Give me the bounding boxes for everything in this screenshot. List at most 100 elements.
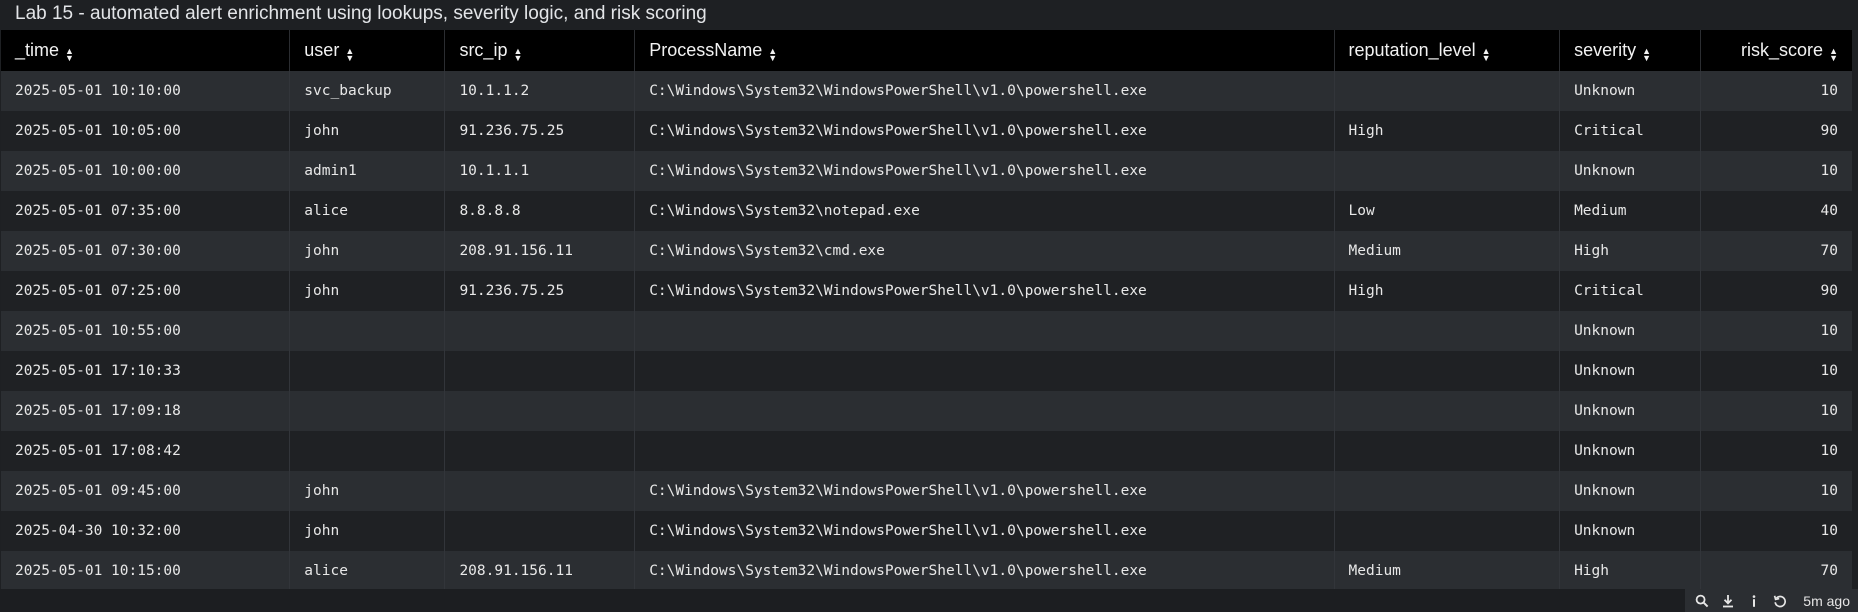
cell-reputation-level[interactable]	[1333, 151, 1560, 191]
cell-src-ip[interactable]	[444, 511, 635, 551]
table-row[interactable]: 2025-05-01 10:05:00 john 91.236.75.25 C:\Wi…	[1, 111, 1852, 151]
column-header-processname[interactable]: ProcessName ▲ ▼	[634, 30, 1335, 71]
cell-processname[interactable]: C:\Windows\System32\WindowsPowerShell\v1…	[634, 111, 1335, 151]
cell-severity[interactable]: Unknown	[1559, 71, 1701, 111]
column-header-time[interactable]: _time ▲ ▼	[1, 30, 290, 71]
table-row[interactable]: 2025-05-01 09:45:00 john C:\Windows\System…	[1, 471, 1852, 511]
table-row[interactable]: 2025-05-01 17:08:42 Unknown 10	[1, 431, 1852, 471]
cell-processname[interactable]: C:\Windows\System32\WindowsPowerShell\v1…	[634, 151, 1335, 191]
cell-severity[interactable]: Unknown	[1559, 151, 1701, 191]
cell-user[interactable]	[289, 311, 445, 351]
cell-reputation-level[interactable]: Low	[1333, 191, 1560, 231]
cell-time[interactable]: 2025-05-01 17:10:33	[1, 351, 290, 391]
cell-processname[interactable]	[634, 311, 1335, 351]
cell-time[interactable]: 2025-04-30 10:32:00	[1, 511, 290, 551]
cell-src-ip[interactable]: 208.91.156.11	[444, 551, 635, 591]
cell-reputation-level[interactable]	[1333, 71, 1560, 111]
column-header-risk-score[interactable]: risk_score ▲ ▼	[1699, 30, 1852, 71]
cell-time[interactable]: 2025-05-01 10:05:00	[1, 111, 290, 151]
cell-src-ip[interactable]: 10.1.1.1	[444, 151, 635, 191]
cell-user[interactable]	[289, 391, 445, 431]
sort-icon[interactable]: ▲ ▼	[768, 46, 777, 62]
cell-processname[interactable]: C:\Windows\System32\WindowsPowerShell\v1…	[634, 71, 1335, 111]
refresh-button[interactable]	[1767, 589, 1793, 612]
table-row[interactable]: 2025-05-01 10:55:00 Unknown 10	[1, 311, 1852, 351]
cell-severity[interactable]: High	[1559, 231, 1701, 271]
sort-icon[interactable]: ▲ ▼	[65, 46, 74, 62]
cell-reputation-level[interactable]	[1333, 391, 1560, 431]
sort-icon[interactable]: ▲ ▼	[513, 46, 522, 62]
cell-src-ip[interactable]: 10.1.1.2	[444, 71, 635, 111]
cell-severity[interactable]: Unknown	[1559, 391, 1701, 431]
cell-severity[interactable]: Unknown	[1559, 511, 1701, 551]
cell-reputation-level[interactable]	[1333, 351, 1560, 391]
cell-user[interactable]: alice	[289, 191, 445, 231]
cell-user[interactable]: john	[289, 471, 445, 511]
cell-processname[interactable]: C:\Windows\System32\WindowsPowerShell\v1…	[634, 511, 1335, 551]
export-button[interactable]	[1715, 589, 1741, 612]
cell-src-ip[interactable]: 91.236.75.25	[444, 111, 635, 151]
cell-src-ip[interactable]	[444, 351, 635, 391]
cell-reputation-level[interactable]: High	[1333, 271, 1560, 311]
cell-processname[interactable]	[634, 391, 1335, 431]
cell-risk-score[interactable]: 10	[1699, 431, 1852, 471]
cell-user[interactable]: svc_backup	[289, 71, 445, 111]
cell-severity[interactable]: Unknown	[1559, 431, 1701, 471]
cell-src-ip[interactable]	[444, 311, 635, 351]
cell-reputation-level[interactable]: High	[1333, 111, 1560, 151]
cell-src-ip[interactable]	[444, 471, 635, 511]
cell-risk-score[interactable]: 90	[1699, 271, 1852, 311]
cell-risk-score[interactable]: 40	[1699, 191, 1852, 231]
cell-risk-score[interactable]: 10	[1699, 471, 1852, 511]
cell-time[interactable]: 2025-05-01 07:25:00	[1, 271, 290, 311]
cell-reputation-level[interactable]: Medium	[1333, 231, 1560, 271]
cell-risk-score[interactable]: 10	[1699, 151, 1852, 191]
table-row[interactable]: 2025-05-01 10:00:00 admin1 10.1.1.1 C:\Wind…	[1, 151, 1852, 191]
cell-risk-score[interactable]: 10	[1699, 511, 1852, 551]
cell-processname[interactable]	[634, 431, 1335, 471]
cell-risk-score[interactable]: 90	[1699, 111, 1852, 151]
cell-user[interactable]: alice	[289, 551, 445, 591]
cell-time[interactable]: 2025-05-01 07:30:00	[1, 231, 290, 271]
cell-risk-score[interactable]: 10	[1699, 71, 1852, 111]
cell-reputation-level[interactable]: Medium	[1333, 551, 1560, 591]
sort-icon[interactable]: ▲ ▼	[1829, 46, 1838, 62]
cell-reputation-level[interactable]	[1333, 311, 1560, 351]
cell-user[interactable]: john	[289, 231, 445, 271]
cell-risk-score[interactable]: 10	[1699, 391, 1852, 431]
cell-time[interactable]: 2025-05-01 17:09:18	[1, 391, 290, 431]
cell-user[interactable]: john	[289, 111, 445, 151]
cell-time[interactable]: 2025-05-01 10:15:00	[1, 551, 290, 591]
sort-icon[interactable]: ▲ ▼	[1482, 46, 1491, 62]
cell-user[interactable]	[289, 431, 445, 471]
cell-time[interactable]: 2025-05-01 09:45:00	[1, 471, 290, 511]
cell-user[interactable]: admin1	[289, 151, 445, 191]
cell-src-ip[interactable]: 208.91.156.11	[444, 231, 635, 271]
cell-src-ip[interactable]	[444, 391, 635, 431]
column-header-src-ip[interactable]: src_ip ▲ ▼	[444, 30, 635, 71]
column-header-reputation-level[interactable]: reputation_level ▲ ▼	[1333, 30, 1560, 71]
cell-processname[interactable]: C:\Windows\System32\cmd.exe	[634, 231, 1335, 271]
cell-processname[interactable]: C:\Windows\System32\WindowsPowerShell\v1…	[634, 471, 1335, 511]
cell-src-ip[interactable]	[444, 431, 635, 471]
table-row[interactable]: 2025-05-01 10:10:00 svc_backup 10.1.1.2 C:\…	[1, 71, 1852, 111]
table-row[interactable]: 2025-05-01 07:35:00 alice 8.8.8.8 C:\Window…	[1, 191, 1852, 231]
cell-severity[interactable]: Unknown	[1559, 351, 1701, 391]
cell-reputation-level[interactable]	[1333, 471, 1560, 511]
cell-time[interactable]: 2025-05-01 07:35:00	[1, 191, 290, 231]
cell-severity[interactable]: Critical	[1559, 271, 1701, 311]
open-in-search-button[interactable]	[1689, 589, 1715, 612]
table-row[interactable]: 2025-05-01 17:09:18 Unknown 10	[1, 391, 1852, 431]
sort-icon[interactable]: ▲ ▼	[1642, 46, 1651, 62]
cell-risk-score[interactable]: 70	[1699, 231, 1852, 271]
cell-processname[interactable]: C:\Windows\System32\notepad.exe	[634, 191, 1335, 231]
sort-icon[interactable]: ▲ ▼	[345, 46, 354, 62]
cell-time[interactable]: 2025-05-01 10:55:00	[1, 311, 290, 351]
cell-risk-score[interactable]: 70	[1699, 551, 1852, 591]
cell-processname[interactable]: C:\Windows\System32\WindowsPowerShell\v1…	[634, 271, 1335, 311]
table-row[interactable]: 2025-05-01 07:30:00 john 208.91.156.11 C:\W…	[1, 231, 1852, 271]
cell-src-ip[interactable]: 91.236.75.25	[444, 271, 635, 311]
cell-processname[interactable]: C:\Windows\System32\WindowsPowerShell\v1…	[634, 551, 1335, 591]
table-row[interactable]: 2025-05-01 17:10:33 Unknown 10	[1, 351, 1852, 391]
cell-src-ip[interactable]: 8.8.8.8	[444, 191, 635, 231]
